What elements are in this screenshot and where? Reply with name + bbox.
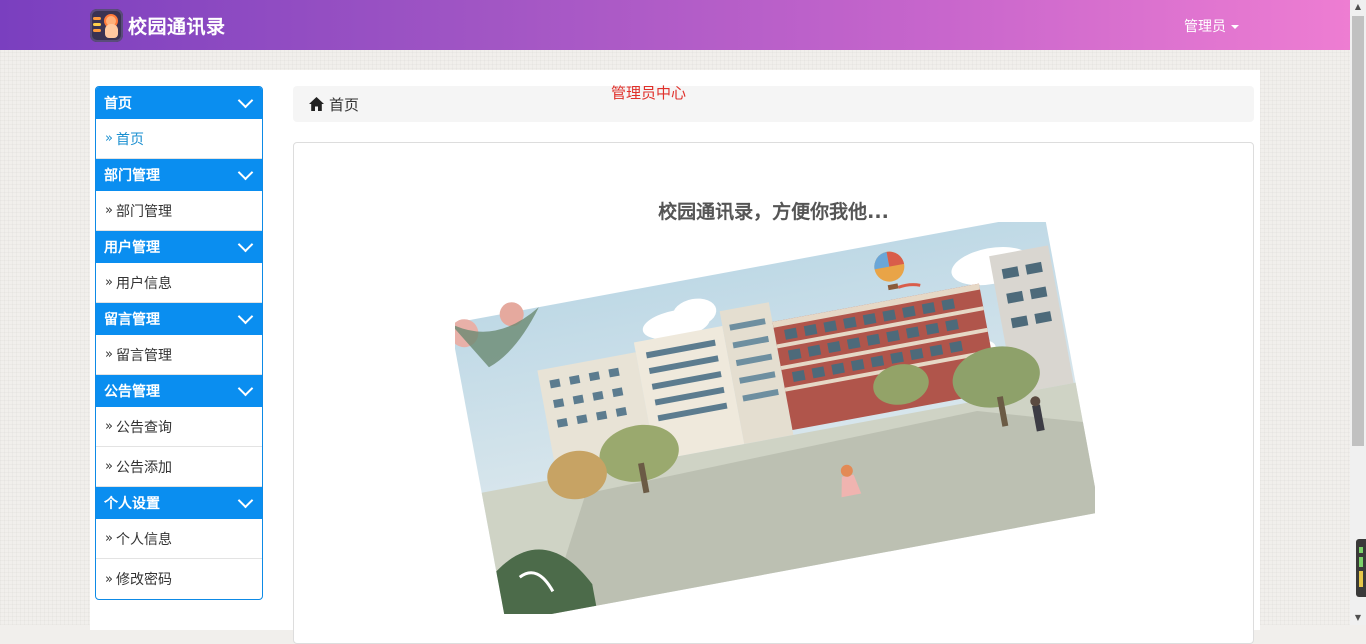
- double-chevron-right-icon: »: [105, 459, 113, 474]
- double-chevron-right-icon: »: [105, 347, 113, 362]
- side-widget[interactable]: [1356, 539, 1366, 597]
- admin-dropdown[interactable]: 管理员: [1184, 16, 1239, 36]
- chevron-down-icon: [237, 308, 254, 325]
- page-scrollbar[interactable]: ▲ ▼: [1350, 0, 1366, 625]
- sidebar-item-department[interactable]: » 部门管理: [96, 191, 262, 231]
- chevron-down-icon: [237, 236, 254, 253]
- sidebar-group-title: 首页: [104, 96, 132, 112]
- caret-down-icon: [1231, 25, 1239, 29]
- chevron-down-icon: [237, 380, 254, 397]
- chevron-down-icon: [237, 164, 254, 181]
- double-chevron-right-icon: »: [105, 275, 113, 290]
- double-chevron-right-icon: »: [105, 419, 113, 434]
- sidebar-item-label: 留言管理: [115, 347, 172, 364]
- sidebar-item-user-info[interactable]: » 用户信息: [96, 263, 262, 303]
- sidebar-item-label: 部门管理: [115, 203, 172, 220]
- sidebar-item-label: 用户信息: [115, 275, 172, 292]
- sidebar-group-settings[interactable]: 个人设置: [96, 487, 262, 519]
- scroll-up-arrow-icon[interactable]: ▲: [1350, 0, 1366, 14]
- double-chevron-right-icon: »: [105, 131, 113, 146]
- admin-center-title: 管理员中心: [611, 84, 687, 102]
- sidebar-item-notice-add[interactable]: » 公告添加: [96, 447, 262, 487]
- sidebar-item-label: 修改密码: [115, 572, 172, 588]
- sidebar-group-messages[interactable]: 留言管理: [96, 303, 262, 335]
- admin-label: 管理员: [1184, 19, 1226, 35]
- double-chevron-right-icon: »: [105, 531, 113, 546]
- sidebar: 首页 » 首页 部门管理 » 部门管理 用户管理 » 用户信息 留言管理 » 留…: [95, 86, 263, 600]
- scroll-down-arrow-icon[interactable]: ▼: [1350, 611, 1366, 625]
- app-logo-icon: [90, 9, 123, 42]
- sidebar-item-home[interactable]: » 首页: [96, 119, 262, 159]
- brand-title: 校园通讯录: [128, 16, 226, 38]
- scroll-thumb[interactable]: [1352, 16, 1364, 446]
- breadcrumb-home-link[interactable]: 首页: [329, 94, 359, 115]
- chevron-down-icon: [237, 92, 254, 109]
- double-chevron-right-icon: »: [105, 203, 113, 218]
- sidebar-item-profile[interactable]: » 个人信息: [96, 519, 262, 559]
- sidebar-item-label: 公告查询: [115, 419, 172, 436]
- sidebar-item-label: 首页: [115, 131, 144, 148]
- sidebar-group-users[interactable]: 用户管理: [96, 231, 262, 263]
- sidebar-group-title: 公告管理: [104, 384, 160, 400]
- sidebar-group-home[interactable]: 首页: [96, 87, 262, 119]
- double-chevron-right-icon: »: [105, 571, 113, 587]
- sidebar-group-title: 用户管理: [104, 240, 160, 256]
- chevron-down-icon: [237, 492, 254, 509]
- sidebar-group-notices[interactable]: 公告管理: [96, 375, 262, 407]
- top-navbar: 校园通讯录 管理员: [0, 0, 1350, 50]
- sidebar-item-notice-query[interactable]: » 公告查询: [96, 407, 262, 447]
- breadcrumb: 首页: [293, 86, 1254, 122]
- home-icon[interactable]: [308, 96, 325, 112]
- campus-illustration: [455, 222, 1095, 614]
- sidebar-group-department[interactable]: 部门管理: [96, 159, 262, 191]
- sidebar-group-title: 个人设置: [104, 496, 160, 512]
- sidebar-item-change-password[interactable]: » 修改密码: [96, 559, 262, 599]
- brand[interactable]: 校园通讯录: [90, 9, 226, 42]
- sidebar-item-label: 公告添加: [115, 459, 172, 476]
- sidebar-item-label: 个人信息: [115, 531, 172, 548]
- welcome-slogan: 校园通讯录，方便你我他...: [658, 201, 889, 223]
- sidebar-group-title: 留言管理: [104, 312, 160, 328]
- sidebar-item-messages[interactable]: » 留言管理: [96, 335, 262, 375]
- sidebar-group-title: 部门管理: [104, 168, 160, 184]
